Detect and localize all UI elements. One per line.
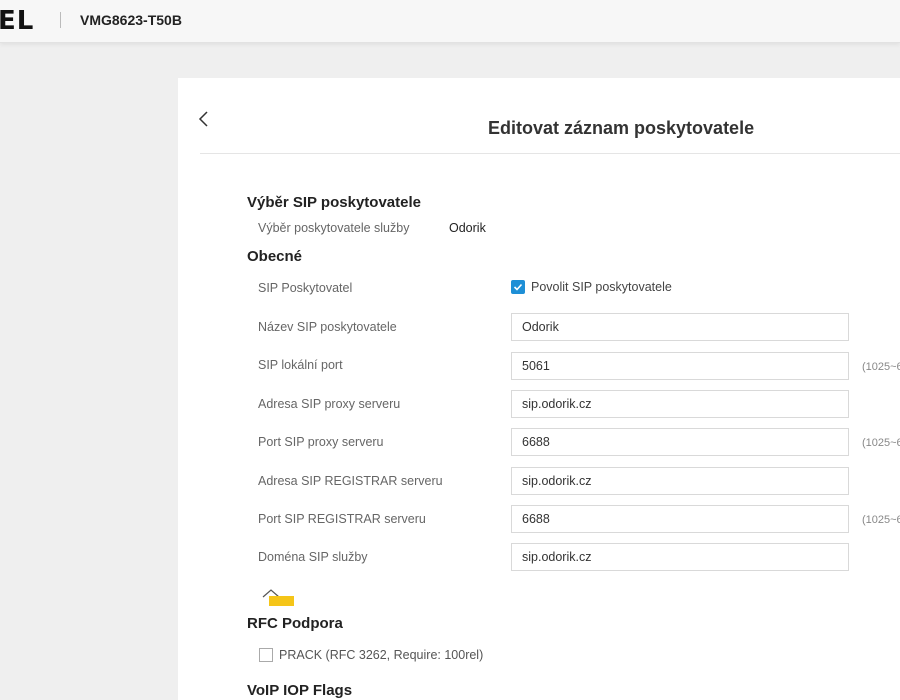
section-title-rfc: RFC Podpora	[247, 615, 343, 632]
sip-provider-label: SIP Poskytovatel	[258, 281, 353, 295]
local-port-input[interactable]	[511, 352, 849, 380]
field-label-service-domain: Doména SIP služby	[258, 550, 368, 564]
edit-provider-panel: Editovat záznam poskytovatele Výběr SIP …	[178, 78, 900, 700]
back-button[interactable]	[178, 106, 230, 132]
enable-provider-text: Povolit SIP poskytovatele	[531, 280, 672, 294]
title-divider	[200, 153, 900, 154]
field-label-registrar-address: Adresa SIP REGISTRAR serveru	[258, 474, 443, 488]
field-label-registrar-port: Port SIP REGISTRAR serveru	[258, 512, 426, 526]
field-label-local-port: SIP lokální port	[258, 358, 343, 372]
registrar-address-input[interactable]	[511, 467, 849, 495]
device-model: VMG8623-T50B	[80, 12, 182, 28]
field-label-proxy-address: Adresa SIP proxy serveru	[258, 397, 401, 411]
prack-checkbox[interactable]	[259, 648, 273, 662]
prack-row[interactable]: PRACK (RFC 3262, Require: 100rel)	[259, 648, 483, 662]
proxy-port-input[interactable]	[511, 428, 849, 456]
field-label-proxy-port: Port SIP proxy serveru	[258, 435, 384, 449]
service-domain-input[interactable]	[511, 543, 849, 571]
prack-label: PRACK (RFC 3262, Require: 100rel)	[279, 648, 484, 662]
provider-selection-label: Výběr poskytovatele služby	[258, 221, 410, 235]
enable-provider-checkbox[interactable]	[511, 280, 525, 294]
section-title-general: Obecné	[247, 248, 303, 265]
provider-name-input[interactable]	[511, 313, 849, 341]
section-title-provider-selection: Výběr SIP poskytovatele	[247, 194, 421, 211]
registrar-port-input[interactable]	[511, 505, 849, 533]
brand-logo: EL	[0, 6, 35, 36]
local-port-range-hint: (1025~6	[862, 361, 900, 373]
provider-selection-value: Odorik	[449, 221, 486, 235]
page-title: Editovat záznam poskytovatele	[488, 118, 755, 138]
brand-divider	[60, 12, 61, 28]
enable-provider-row[interactable]: Povolit SIP poskytovatele	[511, 280, 672, 294]
chevron-left-icon	[198, 111, 208, 127]
section-title-voip-iop-flags: VoIP IOP Flags	[247, 682, 353, 699]
expand-section-icon[interactable]	[262, 586, 296, 608]
top-bar: EL VMG8623-T50B	[0, 0, 900, 43]
proxy-address-input[interactable]	[511, 390, 849, 418]
checkmark-icon	[513, 283, 523, 291]
field-label-provider-name: Název SIP poskytovatele	[258, 320, 397, 334]
proxy-port-range-hint: (1025~6	[862, 437, 900, 449]
registrar-port-range-hint: (1025~6	[862, 514, 900, 526]
